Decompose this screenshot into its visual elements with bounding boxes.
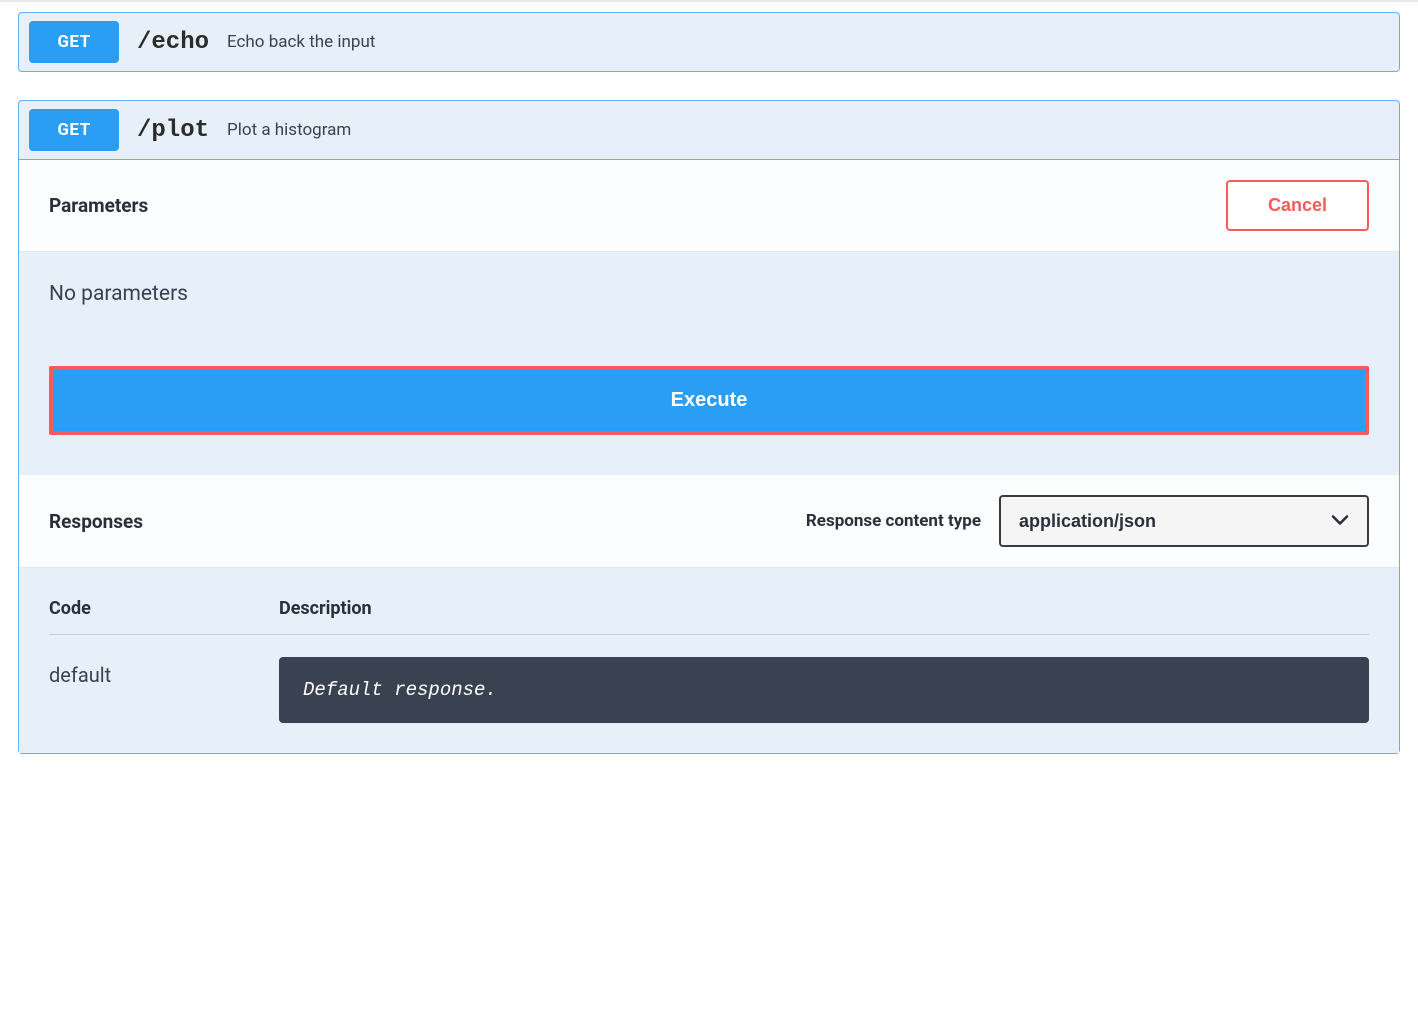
endpoint-path: /plot [137, 117, 209, 144]
execute-button[interactable]: Execute [49, 366, 1369, 435]
responses-body: Code Description default Default respons… [19, 568, 1399, 753]
response-description-box: Default response. [279, 657, 1369, 723]
parameters-body: No parameters Execute [19, 252, 1399, 475]
top-divider [0, 0, 1418, 2]
endpoint-summary-text: Echo back the input [227, 32, 375, 52]
endpoint-block-plot: GET /plot Plot a histogram Parameters Ca… [18, 100, 1400, 754]
content-type-label: Response content type [806, 511, 981, 531]
endpoint-path: /echo [137, 29, 209, 56]
parameters-header: Parameters Cancel [19, 160, 1399, 252]
responses-table-head: Code Description [49, 598, 1369, 635]
response-code-value: default [49, 657, 279, 687]
content-type-select[interactable]: application/json [999, 495, 1369, 547]
content-type-wrap: Response content type application/json [806, 495, 1369, 547]
column-header-description: Description [279, 598, 1369, 619]
method-badge-get: GET [29, 109, 119, 151]
responses-header: Responses Response content type applicat… [19, 475, 1399, 568]
method-badge-get: GET [29, 21, 119, 63]
cancel-button[interactable]: Cancel [1226, 180, 1369, 231]
responses-title: Responses [49, 510, 143, 533]
endpoint-body: Parameters Cancel No parameters Execute … [19, 159, 1399, 753]
response-row: default Default response. [49, 657, 1369, 723]
endpoint-block-echo: GET /echo Echo back the input [18, 12, 1400, 72]
endpoint-summary-text: Plot a histogram [227, 120, 351, 140]
parameters-title: Parameters [49, 194, 148, 217]
no-parameters-text: No parameters [49, 282, 1369, 306]
column-header-code: Code [49, 598, 279, 619]
endpoint-summary-echo[interactable]: GET /echo Echo back the input [19, 13, 1399, 71]
endpoint-summary-plot[interactable]: GET /plot Plot a histogram [19, 101, 1399, 159]
